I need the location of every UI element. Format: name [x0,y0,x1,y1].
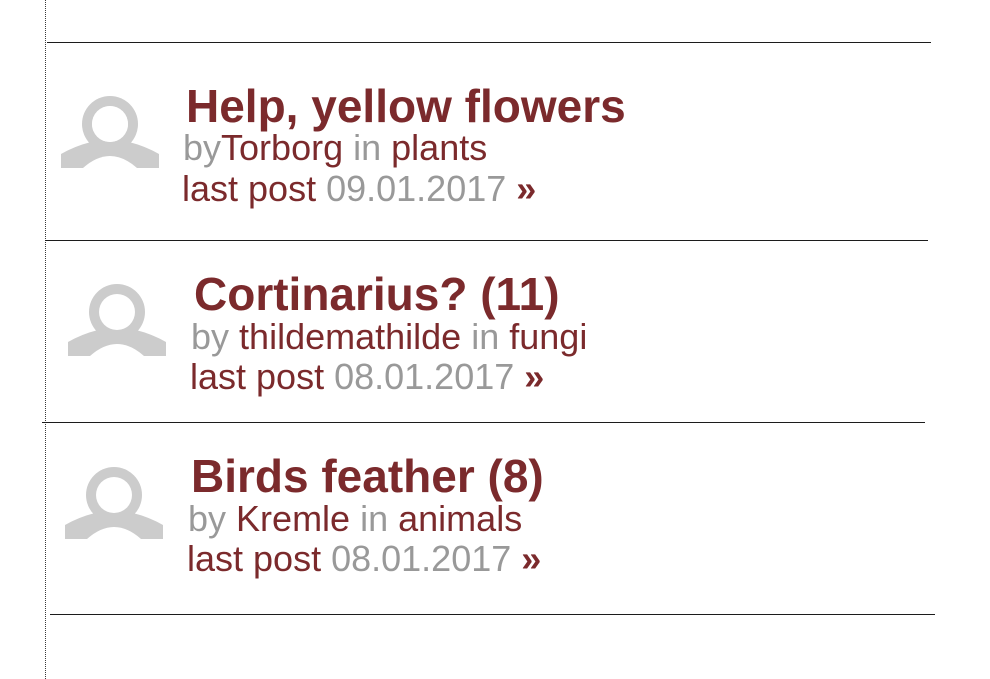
go-to-last-post-icon[interactable]: » [524,356,544,397]
in-label: in [471,316,500,357]
by-label: by [183,127,222,168]
thread-byline: byTorborg in plants [183,130,487,166]
thread-last-post: last post 09.01.2017 » [182,171,536,207]
thread-title-link[interactable]: Birds feather (8) [191,453,544,499]
category-link[interactable]: fungi [509,316,587,357]
user-avatar-icon[interactable] [65,455,163,539]
last-post-label: last post [190,356,325,397]
category-link[interactable]: animals [398,498,522,539]
by-label: by [191,316,230,357]
last-post-label: last post [182,168,317,209]
go-to-last-post-icon[interactable]: » [516,168,536,209]
thread-title-link[interactable]: Help, yellow flowers [186,83,626,129]
in-label: in [360,498,389,539]
thread-last-post: last post 08.01.2017 » [187,541,541,577]
divider [50,614,935,615]
divider [45,240,928,241]
thread-last-post: last post 08.01.2017 » [190,359,544,395]
thread-byline: by Kremle in animals [188,501,522,537]
last-post-date: 09.01.2017 [326,168,507,209]
last-post-date: 08.01.2017 [334,356,515,397]
divider [47,42,931,43]
in-label: in [353,127,382,168]
last-post-date: 08.01.2017 [331,538,512,579]
user-avatar-icon[interactable] [68,272,166,356]
divider [42,422,925,423]
user-avatar-icon[interactable] [61,84,159,168]
author-link[interactable]: Kremle [236,498,350,539]
by-label: by [188,498,227,539]
go-to-last-post-icon[interactable]: » [521,538,541,579]
category-link[interactable]: plants [391,127,487,168]
last-post-label: last post [187,538,322,579]
left-dotted-border [45,0,46,679]
thread-title-link[interactable]: Cortinarius? (11) [194,271,560,317]
thread-byline: by thildemathilde in fungi [191,319,587,355]
author-link[interactable]: Torborg [221,127,343,168]
author-link[interactable]: thildemathilde [239,316,461,357]
